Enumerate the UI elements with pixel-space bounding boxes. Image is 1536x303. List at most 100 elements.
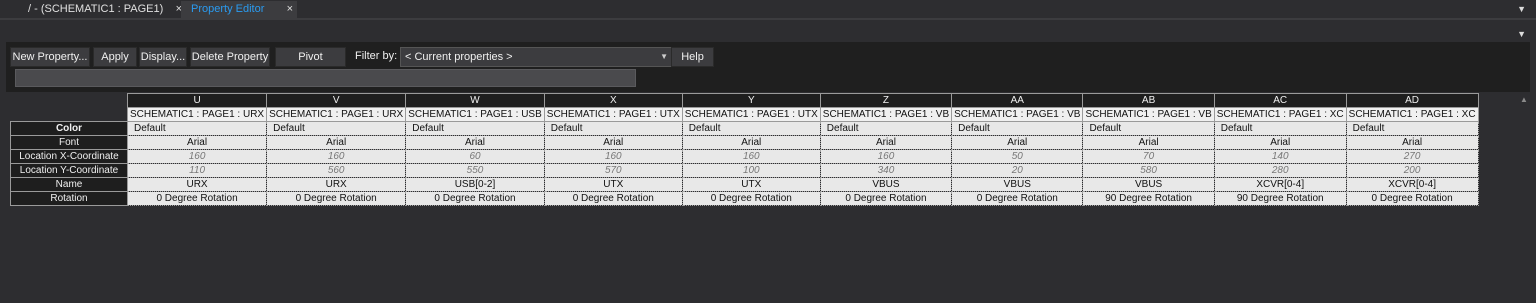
column-header[interactable]: AB: [1082, 93, 1215, 108]
grid-cell[interactable]: 0 Degree Rotation: [819, 191, 953, 206]
column-header[interactable]: W: [405, 93, 545, 108]
grid-cell[interactable]: 110: [126, 163, 268, 178]
grid-cell[interactable]: Default: [1345, 121, 1479, 136]
column-header[interactable]: Y: [681, 93, 821, 108]
grid-cell[interactable]: 0 Degree Rotation: [951, 191, 1084, 206]
column-header[interactable]: AC: [1213, 93, 1347, 108]
grid-cell[interactable]: URX: [266, 177, 407, 192]
column-header[interactable]: AD: [1345, 93, 1479, 108]
grid-cell[interactable]: 570: [543, 163, 683, 178]
grid-cell[interactable]: VBUS: [1082, 177, 1215, 192]
grid-cell[interactable]: Arial: [1345, 135, 1479, 150]
grid-cell[interactable]: 280: [1213, 163, 1347, 178]
column-path-header[interactable]: SCHEMATIC1 : PAGE1 : USB: [405, 107, 545, 122]
new-property-button[interactable]: New Property...: [10, 47, 90, 67]
chevron-down-icon[interactable]: ▼: [1517, 29, 1526, 39]
grid-cell[interactable]: 0 Degree Rotation: [126, 191, 268, 206]
grid-cell[interactable]: 90 Degree Rotation: [1082, 191, 1215, 206]
grid-cell[interactable]: UTX: [543, 177, 683, 192]
column-path-header[interactable]: SCHEMATIC1 : PAGE1 : XC: [1345, 107, 1479, 122]
grid-cell[interactable]: 0 Degree Rotation: [1345, 191, 1479, 206]
vertical-scrollbar[interactable]: [1516, 93, 1536, 303]
grid-cell[interactable]: Arial: [819, 135, 953, 150]
grid-cell[interactable]: 100: [681, 163, 821, 178]
row-header-name[interactable]: Name: [10, 177, 128, 192]
row-header-color[interactable]: Color: [10, 121, 128, 136]
cell-value-edit-field[interactable]: [15, 69, 636, 87]
column-header[interactable]: Z: [819, 93, 953, 108]
grid-cell[interactable]: Default: [1213, 121, 1347, 136]
grid-cell[interactable]: 20: [951, 163, 1084, 178]
grid-cell[interactable]: 550: [405, 163, 545, 178]
row-header-rotation[interactable]: Rotation: [10, 191, 128, 206]
row-header-font[interactable]: Font: [10, 135, 128, 150]
column-path-header[interactable]: SCHEMATIC1 : PAGE1 : VB: [1082, 107, 1215, 122]
column-header[interactable]: U: [126, 93, 268, 108]
grid-cell[interactable]: Default: [1082, 121, 1215, 136]
column-path-header[interactable]: SCHEMATIC1 : PAGE1 : VB: [819, 107, 953, 122]
filter-dropdown[interactable]: < Current properties > ▼: [400, 47, 673, 67]
grid-cell[interactable]: 90 Degree Rotation: [1213, 191, 1347, 206]
grid-cell[interactable]: Default: [681, 121, 821, 136]
grid-cell[interactable]: 160: [819, 149, 953, 164]
column-path-header[interactable]: SCHEMATIC1 : PAGE1 : URX: [266, 107, 407, 122]
grid-cell[interactable]: 160: [126, 149, 268, 164]
grid-cell[interactable]: Arial: [681, 135, 821, 150]
row-header-x[interactable]: Location X-Coordinate: [10, 149, 128, 164]
column-path-header[interactable]: SCHEMATIC1 : PAGE1 : XC: [1213, 107, 1347, 122]
tab-property-editor[interactable]: Property Editor ×: [181, 1, 297, 18]
column-path-header[interactable]: SCHEMATIC1 : PAGE1 : URX: [126, 107, 268, 122]
grid-cell[interactable]: XCVR[0-4]: [1345, 177, 1479, 192]
close-icon[interactable]: ×: [287, 1, 293, 18]
column-header[interactable]: AA: [951, 93, 1084, 108]
column-path-header[interactable]: SCHEMATIC1 : PAGE1 : UTX: [543, 107, 683, 122]
column-path-header[interactable]: SCHEMATIC1 : PAGE1 : VB: [951, 107, 1084, 122]
grid-cell[interactable]: Arial: [1082, 135, 1215, 150]
help-button[interactable]: Help: [671, 47, 714, 67]
grid-cell[interactable]: URX: [126, 177, 268, 192]
grid-cell[interactable]: UTX: [681, 177, 821, 192]
delete-property-button[interactable]: Delete Property: [190, 47, 270, 67]
grid-cell[interactable]: Default: [126, 121, 268, 136]
column-header[interactable]: X: [543, 93, 683, 108]
grid-cell[interactable]: Arial: [126, 135, 268, 150]
grid-cell[interactable]: 0 Degree Rotation: [681, 191, 821, 206]
tab-schematic-page[interactable]: / - (SCHEMATIC1 : PAGE1) ×: [18, 1, 182, 18]
grid-cell[interactable]: Default: [543, 121, 683, 136]
grid-cell[interactable]: VBUS: [951, 177, 1084, 192]
apply-button[interactable]: Apply: [93, 47, 137, 67]
grid-cell[interactable]: Arial: [1213, 135, 1347, 150]
grid-cell[interactable]: 200: [1345, 163, 1479, 178]
grid-cell[interactable]: 560: [266, 163, 407, 178]
grid-cell[interactable]: 270: [1345, 149, 1479, 164]
grid-cell[interactable]: 50: [951, 149, 1084, 164]
grid-cell[interactable]: USB[0-2]: [405, 177, 545, 192]
grid-cell[interactable]: 70: [1082, 149, 1215, 164]
grid-cell[interactable]: 140: [1213, 149, 1347, 164]
grid-cell[interactable]: 60: [405, 149, 545, 164]
grid-cell[interactable]: 0 Degree Rotation: [405, 191, 545, 206]
grid-cell[interactable]: 160: [543, 149, 683, 164]
grid-cell[interactable]: XCVR[0-4]: [1213, 177, 1347, 192]
grid-cell[interactable]: Default: [819, 121, 953, 136]
grid-cell[interactable]: 160: [681, 149, 821, 164]
column-path-header[interactable]: SCHEMATIC1 : PAGE1 : UTX: [681, 107, 821, 122]
column-header[interactable]: V: [266, 93, 407, 108]
grid-cell[interactable]: 340: [819, 163, 953, 178]
grid-cell[interactable]: VBUS: [819, 177, 953, 192]
pivot-button[interactable]: Pivot: [275, 47, 346, 67]
grid-cell[interactable]: Default: [951, 121, 1084, 136]
grid-cell[interactable]: Arial: [543, 135, 683, 150]
grid-cell[interactable]: Default: [405, 121, 545, 136]
grid-cell[interactable]: Arial: [951, 135, 1084, 150]
row-header-y[interactable]: Location Y-Coordinate: [10, 163, 128, 178]
grid-cell[interactable]: 160: [266, 149, 407, 164]
grid-cell[interactable]: Arial: [266, 135, 407, 150]
grid-cell[interactable]: Arial: [405, 135, 545, 150]
grid-cell[interactable]: Default: [266, 121, 407, 136]
grid-cell[interactable]: 580: [1082, 163, 1215, 178]
scroll-up-icon[interactable]: ▲: [1520, 95, 1528, 104]
display-button[interactable]: Display...: [139, 47, 187, 67]
grid-cell[interactable]: 0 Degree Rotation: [266, 191, 407, 206]
tab-list-dropdown-icon[interactable]: ▼: [1517, 4, 1526, 14]
